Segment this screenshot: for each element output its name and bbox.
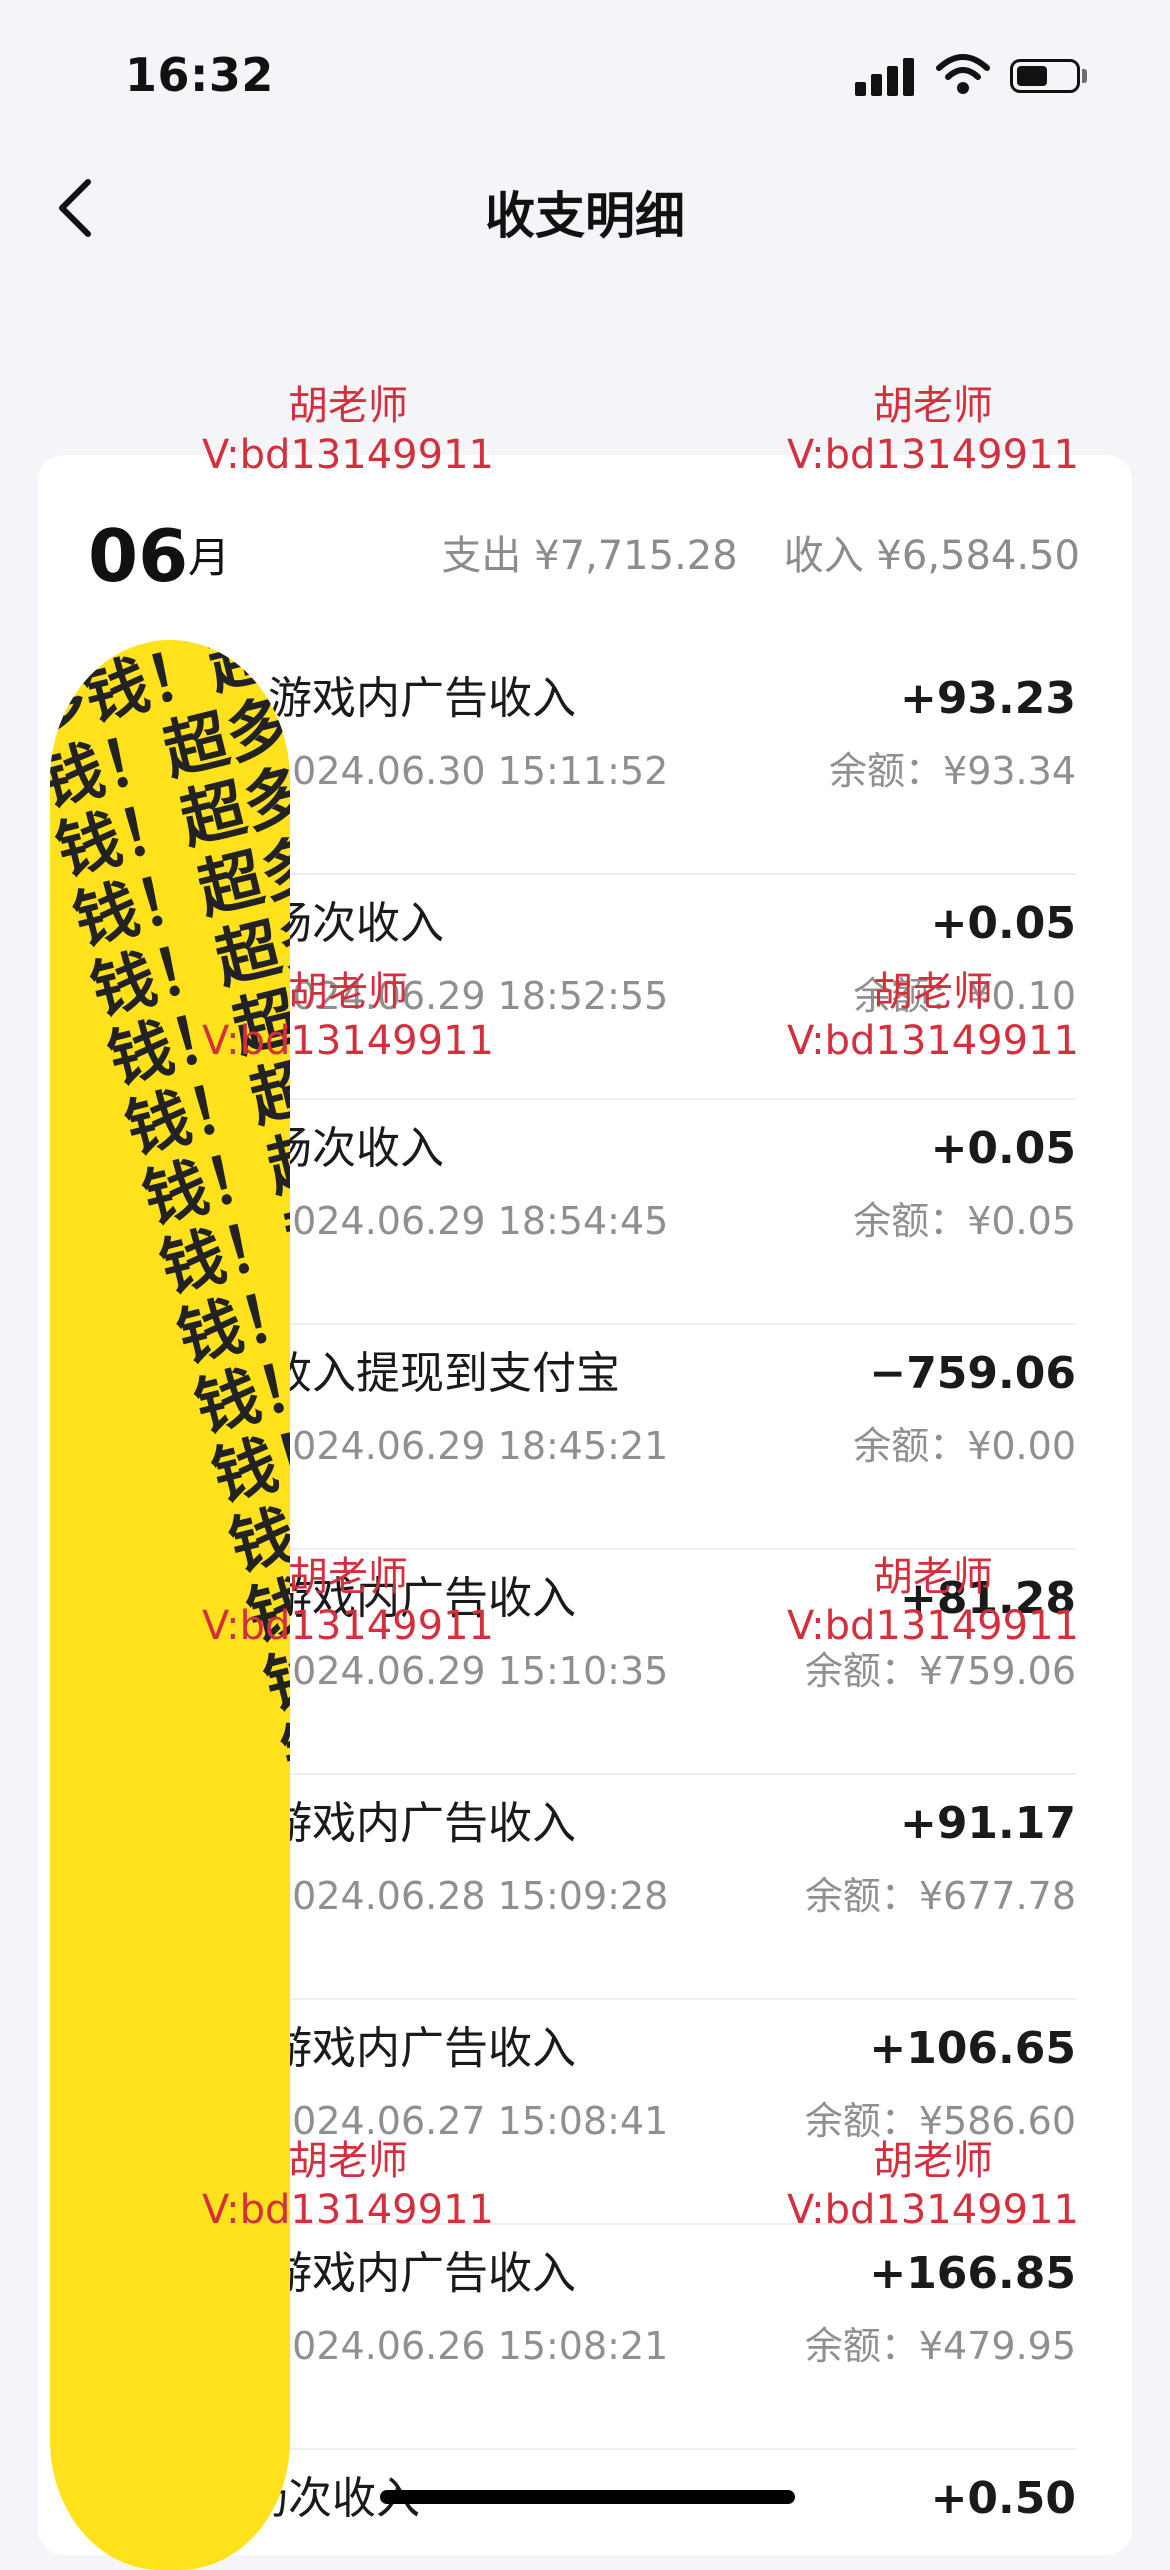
watermark: 胡老师 V:bd13149911 <box>753 382 1113 480</box>
transaction-time: 2024.06.29 18:45:21 <box>268 1424 669 1468</box>
transaction-title: 场次收入 <box>268 1123 444 1174</box>
watermark-name: 胡老师 <box>288 2138 408 2184</box>
transaction-balance: 余额：¥479.95 <box>804 2324 1076 2368</box>
transaction-balance: 余额：¥759.06 <box>804 1649 1076 1693</box>
watermark: 胡老师 V:bd13149911 <box>168 968 528 1066</box>
month-summary: 支出 ¥7,715.28 收入 ¥6,584.50 <box>441 532 1080 580</box>
transaction-time: 2024.06.26 15:08:21 <box>268 2324 669 2368</box>
watermark-contact: V:bd13149911 <box>202 1602 494 1649</box>
transaction-time: 2024.06.29 15:10:35 <box>268 1649 669 1693</box>
transaction-balance: 余额：¥677.78 <box>804 1874 1076 1918</box>
transaction-time: 2024.06.28 15:09:28 <box>268 1874 669 1918</box>
transaction-balance: 余额：¥0.00 <box>853 1424 1076 1468</box>
watermark-name: 胡老师 <box>288 1554 408 1600</box>
transaction-time: 2024.06.30 15:11:52 <box>268 749 669 793</box>
watermark-name: 胡老师 <box>873 383 993 429</box>
watermark: 胡老师 V:bd13149911 <box>753 2137 1113 2235</box>
transaction-amount: +166.85 <box>869 2248 1076 2299</box>
transaction-amount: +0.05 <box>930 898 1076 949</box>
watermark-name: 胡老师 <box>873 969 993 1015</box>
month-expense: 支出 ¥7,715.28 <box>441 533 738 579</box>
transaction-amount: +93.23 <box>899 673 1076 724</box>
battery-icon <box>1010 59 1080 93</box>
transaction-amount: +106.65 <box>869 2023 1076 2074</box>
watermark-contact: V:bd13149911 <box>787 1602 1079 1649</box>
watermark-name: 胡老师 <box>288 383 408 429</box>
watermark: 胡老师 V:bd13149911 <box>753 968 1113 1066</box>
month-unit: 月 <box>188 533 231 582</box>
transaction-title: 游戏内广告收入 <box>268 2023 576 2074</box>
wifi-icon <box>935 52 991 96</box>
watermark: 胡老师 V:bd13149911 <box>753 1553 1113 1651</box>
watermark-name: 胡老师 <box>873 1554 993 1600</box>
transaction-balance: 余额：¥0.05 <box>853 1199 1076 1243</box>
transaction-title: 游戏内广告收入 <box>268 673 576 724</box>
watermark-contact: V:bd13149911 <box>202 431 494 478</box>
watermark-contact: V:bd13149911 <box>787 2186 1079 2233</box>
watermark: 胡老师 V:bd13149911 <box>168 1553 528 1651</box>
home-indicator[interactable] <box>380 2490 795 2504</box>
transaction-amount: +0.05 <box>930 1123 1076 1174</box>
watermark: 胡老师 V:bd13149911 <box>168 382 528 480</box>
sticker-text: 多钱！超多钱！超多钱！超多钱！超多钱！超多钱！超多钱！超多钱！超多钱！超多钱！超… <box>50 640 290 1795</box>
transaction-time: 2024.06.29 18:54:45 <box>268 1199 669 1243</box>
watermark-contact: V:bd13149911 <box>202 1017 494 1064</box>
battery-tip <box>1082 69 1087 83</box>
page-title: 收支明细 <box>485 187 685 245</box>
month-number: 06 <box>88 514 189 598</box>
transaction-amount: +0.50 <box>930 2473 1076 2524</box>
transaction-title: 场次收入 <box>268 898 444 949</box>
watermark-name: 胡老师 <box>873 2138 993 2184</box>
transaction-amount: +91.17 <box>899 1798 1076 1849</box>
transaction-title: 游戏内广告收入 <box>268 1798 576 1849</box>
transaction-amount: −759.06 <box>869 1348 1076 1399</box>
month-income: 收入 ¥6,584.50 <box>783 533 1080 579</box>
watermark-contact: V:bd13149911 <box>787 1017 1079 1064</box>
watermark-contact: V:bd13149911 <box>202 2186 494 2233</box>
transaction-title: 游戏内广告收入 <box>268 2248 576 2299</box>
signal-icon <box>855 56 915 96</box>
transaction-balance: 余额：¥93.34 <box>829 749 1076 793</box>
status-time: 16:32 <box>125 48 274 102</box>
watermark-contact: V:bd13149911 <box>787 431 1079 478</box>
transaction-title: 收入提现到支付宝 <box>268 1348 620 1399</box>
watermark-name: 胡老师 <box>288 969 408 1015</box>
watermark: 胡老师 V:bd13149911 <box>168 2137 528 2235</box>
